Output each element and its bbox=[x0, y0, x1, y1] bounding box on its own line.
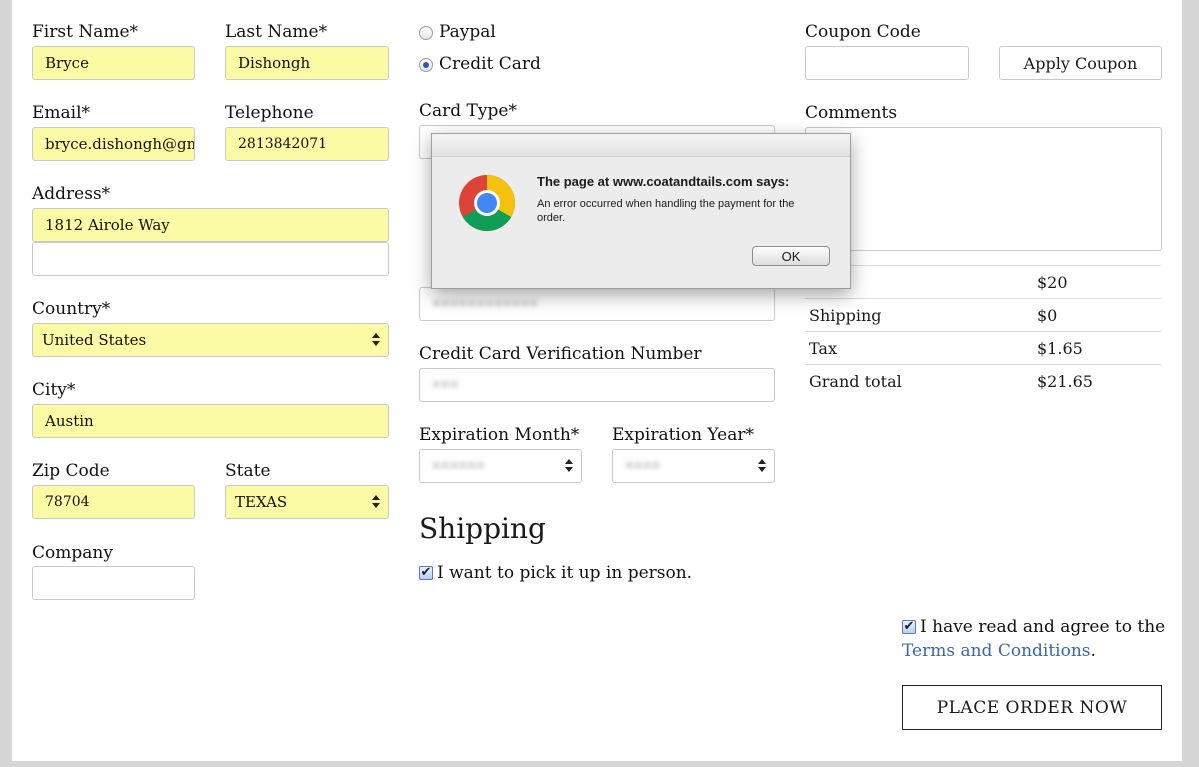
terms-line: Terms and Conditions. bbox=[902, 641, 1096, 661]
cvv-label: Credit Card Verification Number bbox=[419, 344, 702, 364]
telephone-label: Telephone bbox=[225, 103, 314, 123]
checkout-page: First Name* Bryce Last Name* Dishongh Em… bbox=[12, 0, 1182, 761]
zip-input[interactable]: 78704 bbox=[32, 485, 195, 519]
select-arrows-icon bbox=[372, 494, 380, 510]
cvv-input[interactable]: ••• bbox=[419, 368, 775, 402]
country-select[interactable]: United States bbox=[32, 323, 389, 357]
state-select[interactable]: TEXAS bbox=[225, 485, 389, 519]
last-name-label: Last Name* bbox=[225, 22, 328, 42]
state-label: State bbox=[225, 461, 271, 481]
terms-link[interactable]: Terms and Conditions bbox=[902, 641, 1091, 661]
select-arrows-icon bbox=[565, 458, 573, 474]
comments-textarea[interactable]: f bbox=[805, 127, 1162, 251]
credit-card-radio[interactable] bbox=[419, 58, 433, 72]
totals-label: Tax bbox=[805, 331, 1033, 365]
paypal-radio[interactable] bbox=[419, 26, 433, 40]
totals-value: $0 bbox=[1033, 298, 1161, 332]
pickup-label: I want to pick it up in person. bbox=[437, 563, 693, 583]
address-line1-input[interactable]: 1812 Airole Way bbox=[32, 208, 389, 242]
table-row: Grand total $21.65 bbox=[805, 364, 1161, 397]
address-label: Address* bbox=[32, 184, 111, 204]
first-name-input[interactable]: Bryce bbox=[32, 46, 195, 80]
totals-label: Shipping bbox=[805, 298, 1033, 332]
company-input[interactable] bbox=[32, 566, 195, 600]
chrome-icon bbox=[459, 175, 515, 231]
country-select-value: United States bbox=[42, 331, 147, 349]
dialog-message: An error occurred when handling the paym… bbox=[537, 198, 795, 224]
totals-value: $1.65 bbox=[1033, 331, 1161, 365]
pickup-checkbox[interactable]: ✔ bbox=[419, 566, 433, 580]
exp-year-select[interactable]: •••• bbox=[612, 449, 775, 483]
telephone-input[interactable]: 2813842071 bbox=[225, 127, 389, 161]
email-label: Email* bbox=[32, 103, 91, 123]
coupon-input[interactable] bbox=[805, 46, 969, 80]
cvv-blurred: ••• bbox=[432, 376, 459, 394]
select-arrows-icon bbox=[372, 332, 380, 348]
city-input[interactable]: Austin bbox=[32, 404, 389, 438]
order-totals-table: total $20 Shipping $0 Tax $1.65 Grand to… bbox=[805, 265, 1161, 397]
zip-label: Zip Code bbox=[32, 461, 110, 481]
apply-coupon-button[interactable]: Apply Coupon bbox=[999, 46, 1162, 80]
dialog-title: The page at www.coatandtails.com says: bbox=[537, 174, 790, 189]
terms-text: I have read and agree to the bbox=[920, 617, 1166, 637]
totals-value: $20 bbox=[1033, 265, 1161, 299]
select-arrows-icon bbox=[758, 458, 766, 474]
city-label: City* bbox=[32, 380, 76, 400]
state-select-value: TEXAS bbox=[235, 493, 288, 511]
table-row: total $20 bbox=[805, 265, 1161, 299]
exp-month-select[interactable]: •••••• bbox=[419, 449, 582, 483]
card-number-blurred: •••••••••••• bbox=[432, 295, 539, 313]
exp-month-label: Expiration Month* bbox=[419, 425, 580, 445]
last-name-input[interactable]: Dishongh bbox=[225, 46, 389, 80]
card-number-input[interactable]: •••••••••••• bbox=[419, 287, 775, 321]
company-label: Company bbox=[32, 543, 113, 563]
terms-period: . bbox=[1090, 641, 1096, 661]
exp-year-blurred: •••• bbox=[625, 457, 661, 475]
totals-label: Grand total bbox=[805, 364, 1033, 397]
totals-value: $21.65 bbox=[1033, 364, 1161, 397]
place-order-button[interactable]: PLACE ORDER NOW bbox=[902, 685, 1162, 730]
shipping-heading: Shipping bbox=[419, 512, 546, 545]
terms-checkbox[interactable]: ✔ bbox=[902, 620, 916, 634]
dialog-ok-button[interactable]: OK bbox=[752, 246, 830, 266]
exp-year-label: Expiration Year* bbox=[612, 425, 755, 445]
dialog-titlebar bbox=[432, 134, 850, 157]
exp-month-blurred: •••••• bbox=[432, 457, 486, 475]
table-row: Tax $1.65 bbox=[805, 331, 1161, 365]
address-line2-input[interactable] bbox=[32, 242, 389, 276]
first-name-label: First Name* bbox=[32, 22, 139, 42]
country-label: Country* bbox=[32, 299, 111, 319]
table-row: Shipping $0 bbox=[805, 298, 1161, 332]
coupon-label: Coupon Code bbox=[805, 22, 921, 42]
email-input[interactable]: bryce.dishongh@gm bbox=[32, 127, 195, 161]
comments-label: Comments bbox=[805, 103, 898, 123]
paypal-label: Paypal bbox=[439, 22, 496, 42]
credit-card-label: Credit Card bbox=[439, 54, 541, 74]
alert-dialog: The page at www.coatandtails.com says: A… bbox=[431, 133, 851, 289]
card-type-label: Card Type* bbox=[419, 101, 517, 121]
